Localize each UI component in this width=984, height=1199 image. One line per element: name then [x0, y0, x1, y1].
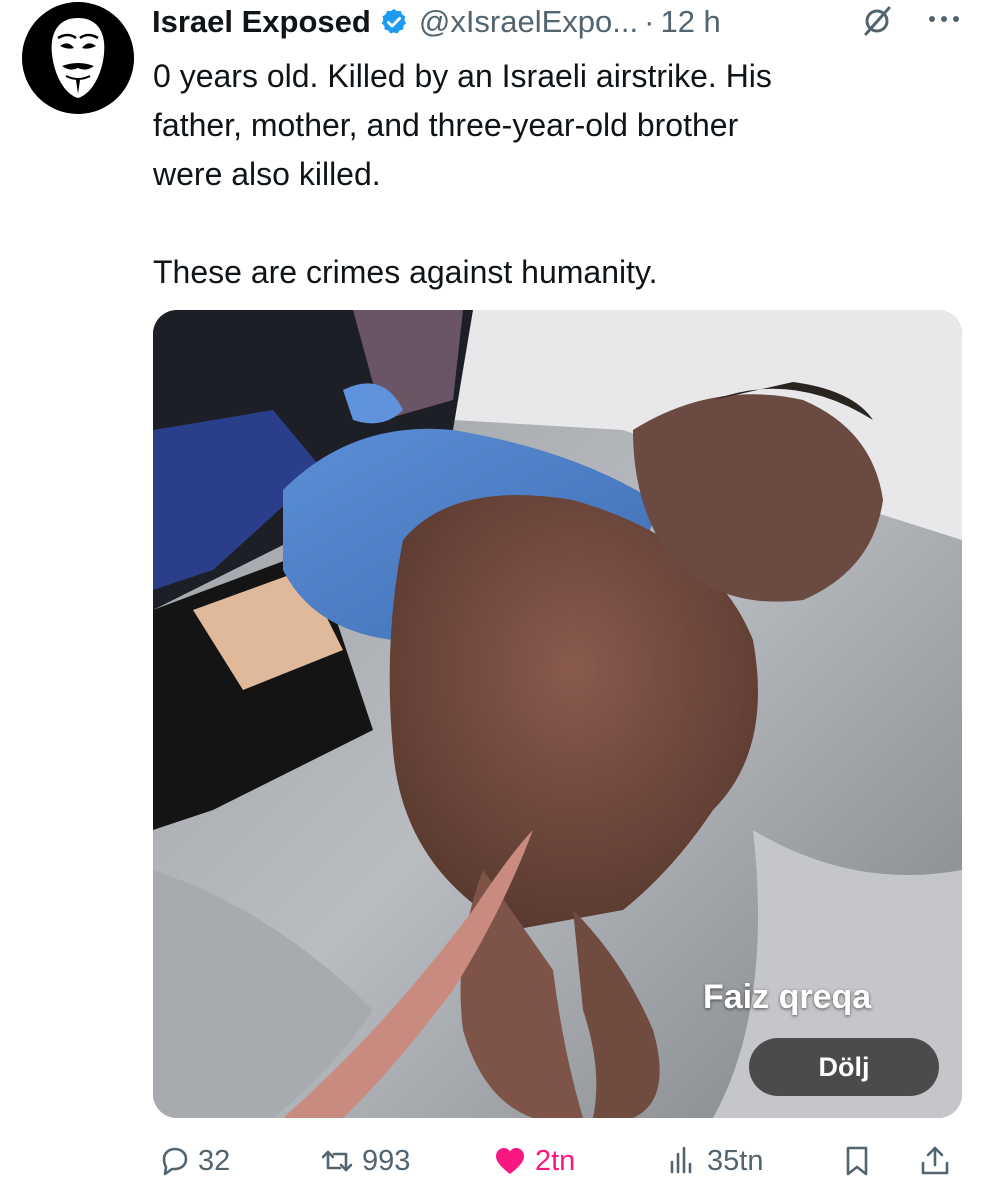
views-count: 35tn — [707, 1144, 764, 1177]
views-button[interactable]: 35tn — [665, 1138, 763, 1184]
tweet-actions: 32 993 2tn 35tn — [150, 1138, 970, 1184]
bookmark-icon — [846, 1146, 868, 1176]
heart-icon — [496, 1148, 524, 1174]
author-name[interactable]: Israel Exposed — [152, 4, 371, 40]
tweet-text-paragraph-2: These are crimes against humanity. — [153, 254, 658, 290]
tweet-media[interactable]: Faiz qreqa Dölj — [153, 310, 962, 1118]
author-avatar[interactable] — [22, 2, 134, 114]
share-button[interactable] — [918, 1138, 952, 1184]
more-icon[interactable] — [922, 4, 966, 34]
tweet-header: Israel Exposed @xIsraelExpo... · 12 h — [152, 0, 972, 44]
share-icon — [921, 1146, 949, 1175]
separator: · — [644, 4, 655, 39]
grok-icon[interactable] — [860, 4, 894, 38]
hide-media-button[interactable]: Dölj — [749, 1038, 939, 1096]
reply-count: 32 — [198, 1144, 231, 1177]
tweet-text: 0 years old. Killed by an Israeli airstr… — [153, 52, 953, 297]
tweet-text-paragraph-1: 0 years old. Killed by an Israeli airstr… — [153, 58, 772, 192]
photo-credit: Faiz qreqa — [703, 978, 872, 1016]
author-handle[interactable]: @xIsraelExpo... — [419, 4, 638, 40]
bookmark-button[interactable] — [840, 1138, 874, 1184]
like-button[interactable]: 2tn — [493, 1138, 575, 1184]
views-icon — [670, 1146, 692, 1174]
guy-fawkes-mask-avatar — [22, 2, 134, 114]
timestamp[interactable]: 12 h — [660, 4, 720, 40]
retweet-icon — [321, 1150, 353, 1172]
like-count: 2tn — [535, 1144, 576, 1177]
reply-button[interactable]: 32 — [156, 1138, 230, 1184]
retweet-button[interactable]: 993 — [320, 1138, 410, 1184]
verified-badge-icon — [379, 7, 409, 37]
retweet-count: 993 — [362, 1144, 411, 1177]
reply-icon — [162, 1147, 188, 1176]
